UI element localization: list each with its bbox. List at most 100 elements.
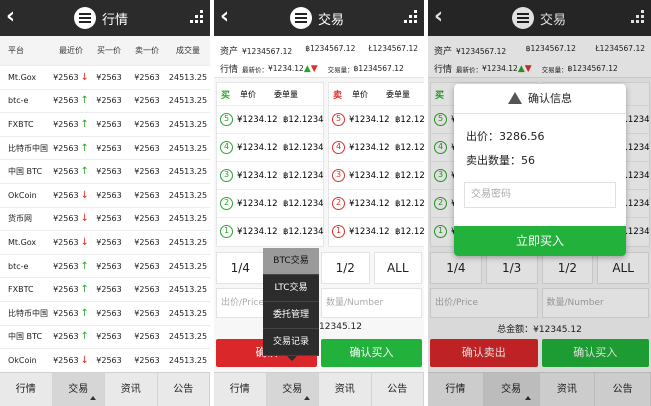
fraction-half[interactable]: 1/2 [321, 252, 370, 284]
buy-price: ¥2563 [96, 214, 122, 224]
last-price: ¥2563 ↓ [52, 72, 90, 83]
column-header: 平台 [8, 46, 24, 55]
buy-price: ¥2563 [96, 143, 122, 153]
level-badge: 5 [220, 113, 233, 126]
last-price-value: ¥2563 [53, 190, 79, 200]
buy-price: ¥2563 [96, 119, 122, 129]
order-price: ¥1234.12 [349, 114, 390, 125]
last-price-value: ¥2563 [53, 119, 79, 129]
buy-order-row[interactable]: 3 ¥1234.12 ฿12.1234 [217, 161, 324, 189]
page-title: 交易 [318, 12, 345, 28]
fraction-quarter[interactable]: 1/4 [216, 252, 265, 284]
menu-grid-icon[interactable] [400, 10, 418, 26]
table-row[interactable]: OkCoin ¥2563 ↓ ¥2563 ¥2563 24513.25 [0, 349, 210, 373]
table-row[interactable]: Mt.Gox ¥2563 ↓ ¥2563 ¥2563 24513.25 [0, 66, 210, 90]
table-row[interactable]: btc-e ¥2563 ↑ ¥2563 ¥2563 24513.25 [0, 254, 210, 279]
header-title-group: 行情 [74, 6, 128, 30]
sell-price: ¥2563 [134, 167, 160, 177]
header-title-group: 交易 [290, 6, 344, 30]
nav-tab-trade[interactable]: 交易 [266, 373, 319, 406]
nav-tab-notice[interactable]: 公告 [372, 373, 424, 406]
sell-order-row[interactable]: 1 ¥1234.12 ฿12.1234 [329, 217, 424, 245]
qty-header: 委单量 [386, 89, 411, 99]
dialog-price-value: 3286.56 [499, 130, 545, 143]
nav-tab-news[interactable]: 资讯 [319, 373, 372, 406]
nav-tab-market[interactable]: 行情 [214, 373, 267, 406]
volume: 24513.25 [168, 261, 208, 271]
table-row[interactable]: FXBTC ¥2563 ↑ ¥2563 ¥2563 24513.25 [0, 278, 210, 302]
sell-order-row[interactable]: 3 ¥1234.12 ฿12.1234 [329, 161, 424, 189]
trend-up-icon: ↑ [80, 166, 89, 178]
trend-up-icon: ↑ [80, 260, 89, 272]
buy-now-button[interactable]: 立即买入 [454, 226, 626, 256]
last-price: ¥2563 ↑ [52, 119, 90, 130]
down-arrow-icon: ▼ [310, 63, 318, 74]
trend-down-icon: ↓ [80, 236, 89, 248]
menu-item-history[interactable]: 交易记录 [263, 329, 319, 356]
table-row[interactable]: OkCoin ¥2563 ↓ ¥2563 ¥2563 24513.25 [0, 183, 210, 208]
order-price: ¥1234.12 [237, 226, 278, 237]
market-label: 行情 [220, 65, 239, 75]
qty-input[interactable]: 数量/Number [321, 288, 422, 318]
volume: 24513.25 [168, 96, 208, 106]
last-price-value: ¥2563 [53, 261, 79, 271]
buy-label: 买 [221, 90, 231, 101]
buy-order-row[interactable]: 2 ¥1234.12 ฿12.1234 [217, 189, 324, 217]
table-row[interactable]: FXBTC ¥2563 ↑ ¥2563 ¥2563 24513.25 [0, 113, 210, 137]
last-price-value: ¥2563 [53, 96, 79, 106]
menu-grid-icon[interactable] [186, 10, 204, 26]
sell-price: ¥2563 [134, 72, 160, 82]
nav-tab-notice[interactable]: 公告 [158, 373, 210, 406]
buy-order-row[interactable]: 5 ¥1234.12 ฿12.1234 [217, 105, 324, 133]
header-bar: ‹ 交易 [214, 0, 424, 36]
trend-up-icon: ↑ [80, 307, 89, 319]
dialog-title: 确认信息 [528, 92, 572, 105]
volume: 24513.25 [168, 190, 208, 200]
nav-tab-news[interactable]: 资讯 [105, 373, 158, 406]
volume: 24513.25 [168, 214, 208, 224]
table-row[interactable]: 中国 BTC ¥2563 ↑ ¥2563 ¥2563 24513.25 [0, 160, 210, 184]
order-price: ¥1234.12 [237, 198, 278, 209]
level-badge: 4 [332, 141, 345, 154]
platform-name: 中国 BTC [8, 332, 43, 342]
menu-item-orders[interactable]: 委托管理 [263, 302, 319, 329]
trend-down-icon: ↓ [80, 354, 89, 366]
nav-tab-trade[interactable]: 交易 [52, 373, 105, 406]
table-row[interactable]: 比特币中国 ¥2563 ↑ ¥2563 ¥2563 24513.25 [0, 136, 210, 161]
order-qty: ฿12.1234 [395, 142, 424, 153]
nav-tab-market[interactable]: 行情 [0, 373, 53, 406]
sell-order-row[interactable]: 4 ¥1234.12 ฿12.1234 [329, 133, 424, 161]
menu-item-ltc-trade[interactable]: LTC交易 [263, 275, 319, 302]
table-row[interactable]: Mt.Gox ¥2563 ↓ ¥2563 ¥2563 24513.25 [0, 231, 210, 255]
logo-icon [290, 7, 312, 29]
buy-price: ¥2563 [96, 72, 122, 82]
sell-order-row[interactable]: 5 ¥1234.12 ฿12.1234 [329, 105, 424, 133]
buy-price: ¥2563 [96, 285, 122, 295]
table-row[interactable]: btc-e ¥2563 ↑ ¥2563 ¥2563 24513.25 [0, 89, 210, 114]
buy-order-row[interactable]: 4 ¥1234.12 ฿12.1234 [217, 133, 324, 161]
sell-price: ¥2563 [134, 214, 160, 224]
last-price-value: ¥2563 [53, 285, 79, 295]
table-row[interactable]: 中国 BTC ¥2563 ↑ ¥2563 ¥2563 24513.25 [0, 325, 210, 350]
assets-label: 资产 [220, 47, 239, 57]
volume: 24513.25 [168, 237, 208, 247]
buy-order-row[interactable]: 1 ¥1234.12 ฿12.1234 [217, 217, 324, 245]
confirm-buy-button[interactable]: 确认买入 [321, 339, 422, 367]
buy-orders: 买单价 委单量 5 ¥1234.12 ฿12.1234 4 ¥1234.12 ฿12.123… [216, 82, 324, 247]
logo-icon [74, 7, 96, 29]
last-price-value: ¥2563 [53, 308, 79, 318]
back-icon[interactable]: ‹ [6, 6, 26, 30]
sell-order-row[interactable]: 2 ¥1234.12 ฿12.1234 [329, 189, 424, 217]
platform-name: OkCoin [8, 190, 37, 200]
platform-name: Mt.Gox [8, 237, 37, 247]
menu-item-btc-trade[interactable]: BTC交易 [263, 248, 319, 275]
order-qty: ฿12.1234 [283, 226, 324, 237]
column-header: 买一价 [97, 46, 121, 55]
table-row[interactable]: 比特币中国 ¥2563 ↑ ¥2563 ¥2563 24513.25 [0, 301, 210, 326]
table-row[interactable]: 货币网 ¥2563 ↓ ¥2563 ¥2563 24513.25 [0, 207, 210, 232]
password-input[interactable]: 交易密码 [464, 182, 616, 208]
fraction-all[interactable]: ALL [373, 252, 422, 284]
sell-price: ¥2563 [134, 237, 160, 247]
back-icon[interactable]: ‹ [220, 6, 240, 30]
volume: 24513.25 [168, 167, 208, 177]
